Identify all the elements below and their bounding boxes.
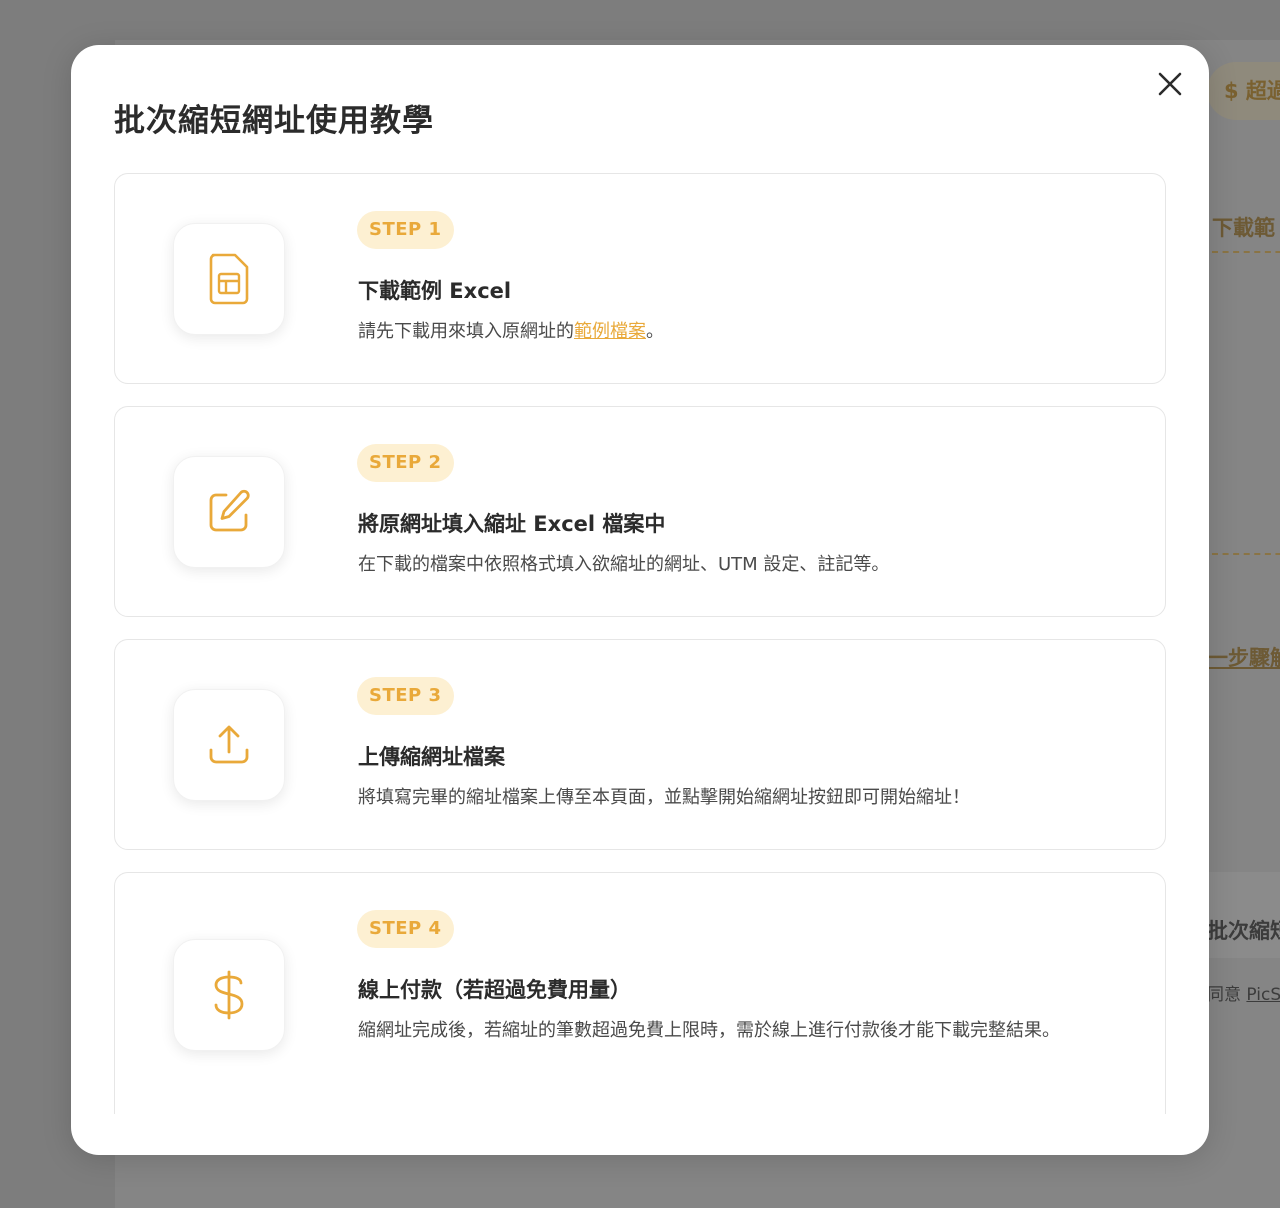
step-card-3: STEP 3 上傳縮網址檔案 將填寫完畢的縮址檔案上傳至本頁面，並點擊開始縮網址… xyxy=(114,639,1166,850)
modal-title: 批次縮短網址使用教學 xyxy=(114,103,434,139)
step-badge: STEP 2 xyxy=(357,444,454,482)
background-divider xyxy=(1212,251,1280,253)
step-card-1: STEP 1 下載範例 Excel 請先下載用來填入原網址的範例檔案。 xyxy=(114,173,1166,384)
background-pricing-pill-label: $ 超過 xyxy=(1224,79,1280,103)
step-icon-container xyxy=(173,939,285,1051)
edit-icon xyxy=(209,489,250,532)
sample-file-link[interactable]: 範例檔案 xyxy=(574,321,646,342)
step-icon-container xyxy=(173,689,285,801)
spreadsheet-file-icon xyxy=(209,253,249,305)
background-heading-batch: 批次縮短 xyxy=(1207,919,1280,943)
step-card-4: STEP 4 線上付款（若超過免費用量） 縮網址完成後，若縮址的筆數超過免費上限… xyxy=(114,872,1166,1114)
step-badge: STEP 4 xyxy=(357,910,454,948)
step-icon-container xyxy=(173,223,285,335)
dollar-icon xyxy=(214,970,244,1020)
upload-icon xyxy=(209,725,249,764)
step-description: 將填寫完畢的縮址檔案上傳至本頁面，並點擊開始縮網址按鈕即可開始縮址！ xyxy=(358,787,970,808)
tutorial-modal: 批次縮短網址使用教學 STEP 1 下載範例 Excel 請先下載用來填入原網址… xyxy=(71,45,1209,1155)
steps-list: STEP 1 下載範例 Excel 請先下載用來填入原網址的範例檔案。 STEP… xyxy=(114,173,1166,1114)
step-title: 線上付款（若超過免費用量） xyxy=(358,978,631,1002)
step-icon-container xyxy=(173,456,285,568)
close-button[interactable] xyxy=(1153,67,1187,101)
background-steps-link: 一步驟解 xyxy=(1207,646,1280,670)
step-description: 請先下載用來填入原網址的範例檔案。 xyxy=(358,321,664,342)
background-divider xyxy=(1212,553,1280,555)
step-title: 將原網址填入縮址 Excel 檔案中 xyxy=(358,512,666,536)
step-description: 在下載的檔案中依照格式填入欲縮址的網址、UTM 設定、註記等。 xyxy=(358,554,890,575)
step-title: 上傳縮網址檔案 xyxy=(358,745,505,769)
background-agree-text: 同意 PicSe xyxy=(1207,985,1280,1005)
step-card-2: STEP 2 將原網址填入縮址 Excel 檔案中 在下載的檔案中依照格式填入欲… xyxy=(114,406,1166,617)
step-badge: STEP 1 xyxy=(357,211,454,249)
step-description: 縮網址完成後，若縮址的筆數超過免費上限時，需於線上進行付款後才能下載完整結果。 xyxy=(358,1020,1060,1041)
step-badge: STEP 3 xyxy=(357,677,454,715)
close-icon xyxy=(1158,72,1182,96)
background-heading-download: 下載範 xyxy=(1212,216,1275,240)
step-title: 下載範例 Excel xyxy=(358,279,512,303)
